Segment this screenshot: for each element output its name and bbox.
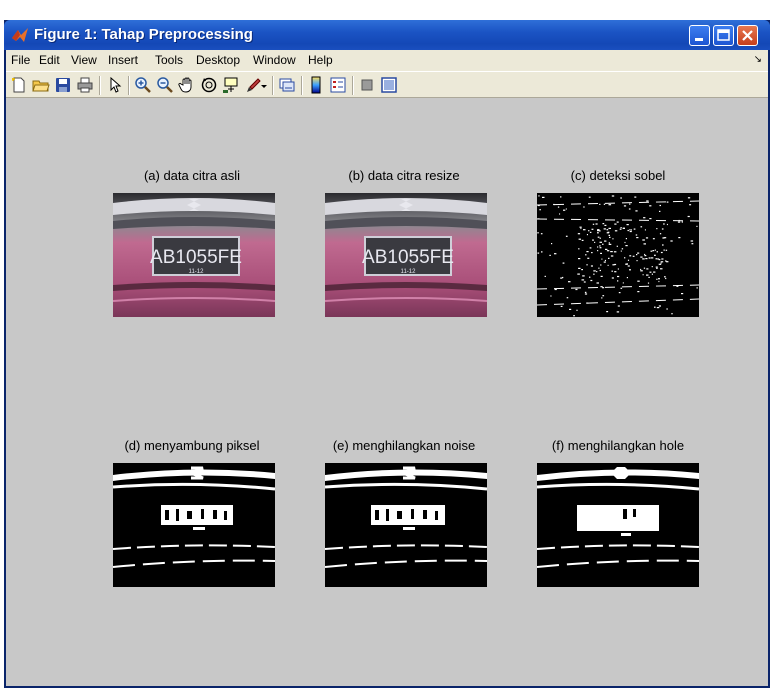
panel-holes-filled [537, 463, 699, 587]
caption-a: (a) data citra asli [143, 168, 241, 183]
menu-view[interactable]: View [71, 53, 97, 67]
toolbar-separator [272, 76, 274, 95]
menu-desktop[interactable]: Desktop [196, 53, 240, 67]
menu-file[interactable]: File [11, 53, 30, 67]
maximize-button[interactable] [713, 25, 734, 46]
print-icon[interactable] [76, 76, 94, 94]
window-title: Figure 1: Tahap Preprocessing [34, 26, 253, 43]
plate-subtext: 11-12 [401, 269, 417, 275]
figure-toolbar [6, 71, 768, 98]
show-plot-tools-icon[interactable] [380, 76, 398, 94]
hide-plot-tools-icon[interactable] [358, 76, 376, 94]
data-cursor-icon[interactable] [222, 76, 240, 94]
zoom-out-icon[interactable] [156, 76, 174, 94]
close-icon [742, 30, 753, 41]
edit-plot-arrow-icon[interactable] [106, 76, 124, 94]
matlab-logo-icon [12, 28, 28, 42]
panel-original-image: AB1055FE 11-12 [113, 193, 275, 317]
insert-colorbar-icon[interactable] [307, 76, 325, 94]
new-figure-icon[interactable] [10, 76, 28, 94]
figure-canvas: (a) data citra asli AB1055FE 11-12 (b) d… [6, 98, 768, 686]
rotate-3d-icon[interactable] [200, 76, 218, 94]
caption-f: (f) menghilangkan hole [551, 438, 685, 453]
menu-bar: File Edit View Insert Tools Desktop Wind… [6, 50, 768, 71]
panel-sobel-edges [537, 193, 699, 317]
figure-window: Figure 1: Tahap Preprocessing File Edit … [4, 20, 770, 688]
caption-b: (b) data citra resize [348, 168, 460, 183]
insert-legend-icon[interactable] [329, 76, 347, 94]
toolbar-separator [99, 76, 101, 95]
zoom-in-icon[interactable] [134, 76, 152, 94]
pan-hand-icon[interactable] [178, 76, 196, 94]
title-bar[interactable]: Figure 1: Tahap Preprocessing [4, 20, 770, 50]
caption-d: (d) menyambung piksel [124, 438, 260, 453]
menu-edit[interactable]: Edit [39, 53, 60, 67]
panel-connected-pixels [113, 463, 275, 587]
open-file-icon[interactable] [32, 76, 50, 94]
panel-resized-image: AB1055FE 11-12 [325, 193, 487, 317]
minimize-icon [695, 38, 703, 41]
minimize-button[interactable] [689, 25, 710, 46]
menu-window[interactable]: Window [253, 53, 296, 67]
toolbar-separator [301, 76, 303, 95]
toolbar-separator [128, 76, 130, 95]
panel-noise-removed [325, 463, 487, 587]
caption-e: (e) menghilangkan noise [332, 438, 476, 453]
menu-insert[interactable]: Insert [108, 53, 138, 67]
plate-text: AB1055FE [362, 247, 454, 268]
caption-c: (c) deteksi sobel [570, 168, 666, 183]
dock-arrow-icon[interactable]: ↘ [754, 54, 762, 65]
brush-dropdown-icon[interactable] [260, 76, 268, 94]
link-plot-icon[interactable] [278, 76, 296, 94]
maximize-icon [717, 29, 730, 41]
toolbar-separator [352, 76, 354, 95]
plate-subtext: 11-12 [189, 269, 205, 275]
save-icon[interactable] [54, 76, 72, 94]
menu-help[interactable]: Help [308, 53, 333, 67]
menu-tools[interactable]: Tools [155, 53, 183, 67]
plate-text: AB1055FE [150, 247, 242, 268]
close-button[interactable] [737, 25, 758, 46]
